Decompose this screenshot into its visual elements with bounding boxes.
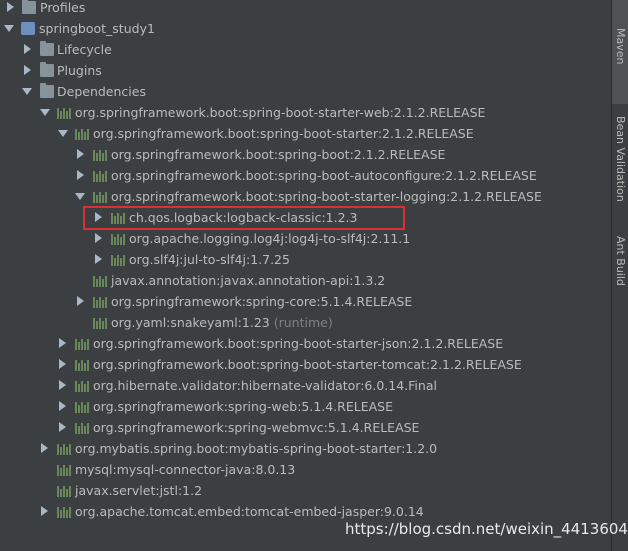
tree-label: org.yaml:snakeyaml:1.23 (runtime) xyxy=(111,312,333,333)
expand-arrow-icon[interactable] xyxy=(77,296,84,306)
profiles-folder-icon xyxy=(22,0,36,14)
expand-arrow-icon[interactable] xyxy=(77,170,84,180)
tree-label: Profiles xyxy=(40,0,86,15)
ant-build-tool-tab[interactable]: Ant Build xyxy=(612,230,628,310)
expand-arrow-icon[interactable] xyxy=(41,506,48,516)
expand-arrow-icon[interactable] xyxy=(24,44,31,54)
expand-arrow-icon[interactable] xyxy=(24,65,31,75)
library-bars-icon xyxy=(57,106,71,119)
library-bars-icon xyxy=(75,379,89,392)
tree-label: org.apache.tomcat.embed:tomcat-embed-jas… xyxy=(75,504,424,519)
library-bars-icon xyxy=(93,190,107,203)
expand-arrow-icon[interactable] xyxy=(59,380,66,390)
library-bars-icon xyxy=(57,463,71,476)
collapse-arrow-icon[interactable] xyxy=(40,109,50,116)
tree-label: Plugins xyxy=(57,63,102,78)
collapse-arrow-icon[interactable] xyxy=(75,193,85,200)
library-bars-icon xyxy=(93,274,107,287)
maven-tab-label: Maven xyxy=(614,28,627,65)
plugins-folder-icon xyxy=(40,62,54,77)
maven-module-icon xyxy=(21,22,35,35)
tree-label: Dependencies xyxy=(57,84,146,99)
tree-label: mysql:mysql-connector-java:8.0.13 xyxy=(75,462,296,477)
tree-label: org.slf4j:jul-to-slf4j:1.7.25 xyxy=(129,252,290,267)
library-bars-icon xyxy=(75,400,89,413)
library-bars-icon xyxy=(57,505,71,518)
right-tool-sidebar: Maven Bean Validation Ant Build xyxy=(611,0,628,551)
tree-label: org.springframework:spring-core:5.1.4.RE… xyxy=(111,294,413,309)
collapse-arrow-icon[interactable] xyxy=(4,25,14,32)
tree-label: org.springframework.boot:spring-boot:2.1… xyxy=(111,147,446,162)
expand-arrow-icon[interactable] xyxy=(59,359,66,369)
tree-label: org.springframework.boot:spring-boot-sta… xyxy=(93,357,522,372)
tree-label: javax.servlet:jstl:1.2 xyxy=(75,483,203,498)
library-bars-icon xyxy=(93,169,107,182)
library-bars-icon xyxy=(111,232,125,245)
library-bars-icon xyxy=(57,484,71,497)
library-bars-icon xyxy=(75,337,89,350)
library-bars-icon xyxy=(93,316,107,329)
expand-arrow-icon[interactable] xyxy=(59,338,66,348)
tree-label: org.springframework:spring-webmvc:5.1.4.… xyxy=(93,420,420,435)
tree-label: javax.annotation:javax.annotation-api:1.… xyxy=(111,273,386,288)
tree-label: org.springframework:spring-web:5.1.4.REL… xyxy=(93,399,394,414)
maven-tool-tab[interactable]: Maven xyxy=(612,0,628,104)
tree-label: Lifecycle xyxy=(57,42,112,57)
dependency-name: org.yaml:snakeyaml:1.23 xyxy=(111,315,270,330)
highlight-box xyxy=(83,206,405,230)
dependencies-folder-icon xyxy=(40,83,54,98)
tree-label: org.apache.logging.log4j:log4j-to-slf4j:… xyxy=(129,231,411,246)
tree-label: org.springframework.boot:spring-boot-sta… xyxy=(75,105,486,120)
bean-validation-tab-label: Bean Validation xyxy=(614,116,627,202)
library-bars-icon xyxy=(75,421,89,434)
tree-label: org.springframework.boot:spring-boot-sta… xyxy=(93,336,504,351)
expand-arrow-icon[interactable] xyxy=(95,254,102,264)
tree-label: org.mybatis.spring.boot:mybatis-spring-b… xyxy=(75,441,438,456)
collapse-arrow-icon[interactable] xyxy=(58,130,68,137)
library-bars-icon xyxy=(75,127,89,140)
watermark-text: https://blog.csdn.net/weixin_44136042 xyxy=(345,520,628,538)
expand-arrow-icon[interactable] xyxy=(59,401,66,411)
tree-label: springboot_study1 xyxy=(39,21,155,36)
tree-label: org.springframework.boot:spring-boot-aut… xyxy=(111,168,537,183)
scope-suffix: (runtime) xyxy=(273,315,333,330)
library-bars-icon xyxy=(57,442,71,455)
ant-build-tab-label: Ant Build xyxy=(614,236,627,286)
expand-arrow-icon[interactable] xyxy=(95,233,102,243)
expand-arrow-icon[interactable] xyxy=(59,422,66,432)
tree-label: org.springframework.boot:spring-boot-sta… xyxy=(111,189,542,204)
tree-label: org.springframework.boot:spring-boot-sta… xyxy=(93,126,474,141)
collapse-arrow-icon[interactable] xyxy=(22,88,32,95)
expand-arrow-icon[interactable] xyxy=(7,2,14,12)
library-bars-icon xyxy=(111,253,125,266)
library-bars-icon xyxy=(93,148,107,161)
lifecycle-folder-icon xyxy=(40,41,54,56)
expand-arrow-icon[interactable] xyxy=(77,149,84,159)
library-bars-icon xyxy=(75,358,89,371)
bean-validation-tool-tab[interactable]: Bean Validation xyxy=(612,110,628,220)
expand-arrow-icon[interactable] xyxy=(41,443,48,453)
maven-tree: Profiles springboot_study1 Lifecycle Plu… xyxy=(0,0,612,551)
tree-label: org.hibernate.validator:hibernate-valida… xyxy=(93,378,437,393)
library-bars-icon xyxy=(93,295,107,308)
